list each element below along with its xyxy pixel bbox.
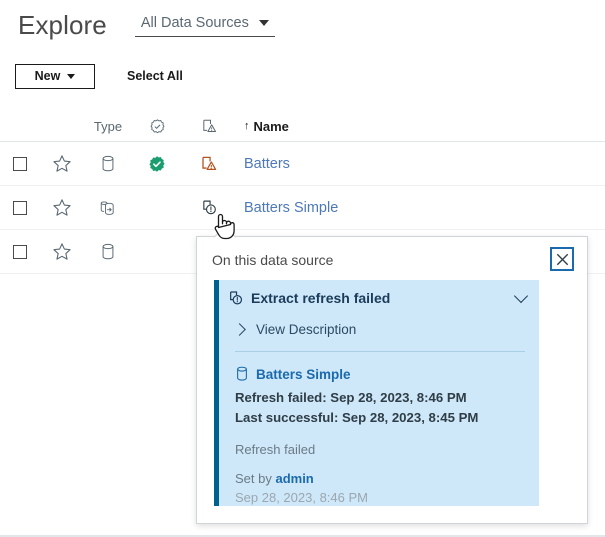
- row-name-cell[interactable]: Batters Simple: [236, 200, 605, 216]
- toolbar: New Select All: [0, 60, 605, 92]
- header-certification-cell[interactable]: [132, 118, 182, 135]
- data-quality-warning-orange-icon: [200, 155, 218, 173]
- chevron-down-icon: [67, 74, 75, 79]
- row-favorite-cell[interactable]: [40, 197, 84, 219]
- alert-header[interactable]: Extract refresh failed: [219, 285, 539, 311]
- new-button-label: New: [35, 69, 61, 83]
- explore-page: Explore All Data Sources New Select All …: [0, 0, 605, 537]
- row-checkbox[interactable]: [13, 201, 27, 215]
- row-type-cell: [84, 155, 132, 173]
- chevron-down-icon: [259, 20, 269, 26]
- alert-timestamp: Sep 28, 2023, 8:46 PM: [219, 490, 539, 505]
- row-checkbox-cell[interactable]: [0, 201, 40, 215]
- row-favorite-cell[interactable]: [40, 153, 84, 175]
- alert-data-source-name[interactable]: Batters Simple: [256, 367, 351, 382]
- row-data-quality-cell[interactable]: [182, 199, 236, 216]
- popup-title: On this data source: [212, 252, 333, 268]
- database-icon: [100, 155, 116, 173]
- row-name-link[interactable]: Batters Simple: [244, 200, 338, 216]
- close-icon: [556, 253, 569, 266]
- table-header-row: Type ↑ Name: [0, 112, 605, 142]
- alert-data-source-reference[interactable]: Batters Simple: [219, 366, 539, 382]
- database-icon: [235, 366, 249, 382]
- data-source-filter-dropdown[interactable]: All Data Sources: [135, 13, 275, 37]
- star-icon: [51, 153, 73, 175]
- star-icon: [51, 197, 73, 219]
- chevron-right-icon: [233, 323, 246, 336]
- extract-refresh-failed-icon: [228, 290, 244, 306]
- row-checkbox[interactable]: [13, 157, 27, 171]
- row-checkbox-cell[interactable]: [0, 157, 40, 171]
- alert-heading: Extract refresh failed: [251, 290, 509, 306]
- row-type-cell: [84, 198, 132, 218]
- header-name-label: Name: [254, 119, 289, 134]
- data-quality-warning-icon: [201, 118, 218, 135]
- alert-status-text: Refresh failed: [219, 442, 539, 457]
- row-checkbox-cell[interactable]: [0, 245, 40, 259]
- refresh-failed-line: Refresh failed: Sep 28, 2023, 8:46 PM: [219, 390, 539, 405]
- extract-refresh-failed-icon: [201, 199, 218, 216]
- published-datasource-extract-icon: [98, 198, 118, 218]
- chevron-down-icon[interactable]: [514, 289, 528, 303]
- divider: [235, 351, 525, 352]
- row-name-cell[interactable]: Batters: [236, 156, 605, 172]
- row-type-cell: [84, 243, 132, 261]
- table-row[interactable]: Batters Simple: [0, 186, 605, 230]
- certified-icon: [149, 118, 166, 135]
- set-by-line: Set by admin: [219, 471, 539, 486]
- star-icon: [51, 241, 73, 263]
- header-data-quality-cell[interactable]: [182, 118, 236, 135]
- close-button[interactable]: [550, 247, 574, 271]
- header-type-label[interactable]: Type: [84, 119, 132, 134]
- new-button[interactable]: New: [15, 64, 95, 89]
- header-name-cell[interactable]: ↑ Name: [236, 119, 605, 134]
- page-title: Explore: [18, 12, 107, 38]
- database-icon: [100, 243, 116, 261]
- view-description-toggle[interactable]: View Description: [219, 316, 539, 342]
- alert-card: Extract refresh failed View Description …: [214, 280, 539, 506]
- set-by-prefix: Set by: [235, 471, 275, 486]
- sort-ascending-icon: ↑: [244, 121, 250, 132]
- view-description-label: View Description: [256, 322, 356, 337]
- row-data-quality-cell[interactable]: [182, 155, 236, 173]
- row-checkbox[interactable]: [13, 245, 27, 259]
- certified-badge-icon: [148, 155, 166, 173]
- row-name-link[interactable]: Batters: [244, 156, 290, 172]
- last-successful-line: Last successful: Sep 28, 2023, 8:45 PM: [219, 410, 539, 425]
- data-source-filter-label: All Data Sources: [141, 15, 249, 31]
- table-row[interactable]: Batters: [0, 142, 605, 186]
- data-source-status-popup: On this data source Extract refresh fail…: [196, 236, 588, 524]
- row-certification-cell[interactable]: [132, 155, 182, 173]
- row-favorite-cell[interactable]: [40, 241, 84, 263]
- page-header: Explore All Data Sources: [0, 0, 605, 50]
- select-all-button[interactable]: Select All: [127, 69, 183, 83]
- set-by-user[interactable]: admin: [275, 471, 313, 486]
